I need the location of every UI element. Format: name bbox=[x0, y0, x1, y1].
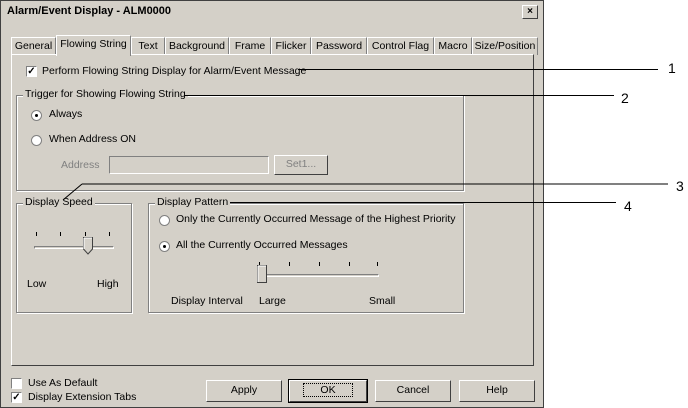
interval-large-label: Large bbox=[259, 295, 286, 307]
tab-text[interactable]: Text bbox=[131, 37, 165, 55]
callout-line-1 bbox=[298, 69, 658, 70]
radio-all-messages-label: All the Currently Occurred Messages bbox=[176, 239, 348, 251]
close-icon: × bbox=[527, 6, 533, 17]
tab-flowing-string[interactable]: Flowing String bbox=[56, 35, 131, 56]
use-as-default-label: Use As Default bbox=[28, 377, 98, 389]
cancel-button[interactable]: Cancel bbox=[375, 380, 451, 402]
check-icon: ✓ bbox=[27, 66, 36, 77]
callout-line-2 bbox=[184, 95, 614, 96]
set-address-button[interactable]: Set1... bbox=[274, 155, 328, 175]
speed-slider-thumb[interactable] bbox=[82, 237, 93, 255]
radio-highest-priority-label: Only the Currently Occurred Message of t… bbox=[176, 213, 456, 225]
ok-button[interactable]: OK bbox=[288, 379, 368, 403]
display-extension-tabs-label: Display Extension Tabs bbox=[28, 391, 137, 403]
radio-always-label: Always bbox=[49, 108, 83, 120]
callout-number-3: 3 bbox=[676, 178, 684, 194]
dialog-window: Alarm/Event Display - ALM0000 × General … bbox=[0, 0, 544, 408]
help-button[interactable]: Help bbox=[459, 380, 535, 402]
tab-background[interactable]: Background bbox=[165, 37, 229, 55]
tab-general[interactable]: General bbox=[11, 37, 56, 55]
interval-small-label: Small bbox=[369, 295, 396, 307]
tab-panel-flowing-string: ✓ Perform Flowing String Display for Ala… bbox=[11, 54, 534, 366]
callout-number-4: 4 bbox=[624, 198, 632, 214]
address-field[interactable] bbox=[109, 156, 269, 174]
tab-frame[interactable]: Frame bbox=[229, 37, 271, 55]
title-bar: Alarm/Event Display - ALM0000 × bbox=[3, 3, 541, 21]
window-title: Alarm/Event Display - ALM0000 bbox=[7, 5, 172, 17]
callout-line-4 bbox=[230, 202, 616, 203]
interval-slider-thumb[interactable] bbox=[257, 265, 267, 283]
interval-slider-track[interactable] bbox=[257, 274, 379, 277]
close-button[interactable]: × bbox=[522, 5, 538, 19]
speed-low-label: Low bbox=[27, 278, 47, 290]
address-label: Address bbox=[61, 159, 100, 171]
callout-number-1: 1 bbox=[668, 60, 676, 76]
tab-control-flag[interactable]: Control Flag bbox=[367, 37, 434, 55]
trigger-group: Trigger for Showing Flowing String Alway… bbox=[16, 88, 464, 191]
radio-when-address-on[interactable] bbox=[31, 135, 42, 146]
perform-flowing-checkbox[interactable]: ✓ bbox=[26, 66, 37, 77]
tab-password[interactable]: Password bbox=[311, 37, 367, 55]
tab-size-position[interactable]: Size/Position bbox=[472, 37, 538, 55]
tab-flicker[interactable]: Flicker bbox=[271, 37, 311, 55]
display-interval-label: Display Interval bbox=[171, 295, 243, 307]
callout-line-3 bbox=[62, 183, 668, 201]
tab-macro[interactable]: Macro bbox=[434, 37, 472, 55]
radio-always[interactable] bbox=[31, 110, 42, 121]
use-as-default-checkbox[interactable] bbox=[11, 378, 22, 389]
display-extension-tabs-checkbox[interactable]: ✓ bbox=[11, 392, 22, 403]
radio-all-messages[interactable] bbox=[159, 241, 170, 252]
trigger-group-title: Trigger for Showing Flowing String bbox=[23, 88, 188, 100]
apply-button[interactable]: Apply bbox=[206, 380, 282, 402]
callout-number-2: 2 bbox=[621, 90, 629, 106]
check-icon: ✓ bbox=[12, 392, 21, 403]
perform-flowing-label: Perform Flowing String Display for Alarm… bbox=[42, 65, 307, 77]
speed-slider-track[interactable] bbox=[34, 246, 114, 249]
speed-high-label: High bbox=[97, 278, 119, 290]
display-pattern-group: Display Pattern Only the Currently Occur… bbox=[148, 196, 464, 313]
radio-highest-priority[interactable] bbox=[159, 215, 170, 226]
display-speed-group: Display Speed Low High bbox=[16, 196, 132, 313]
radio-when-address-label: When Address ON bbox=[49, 133, 136, 145]
